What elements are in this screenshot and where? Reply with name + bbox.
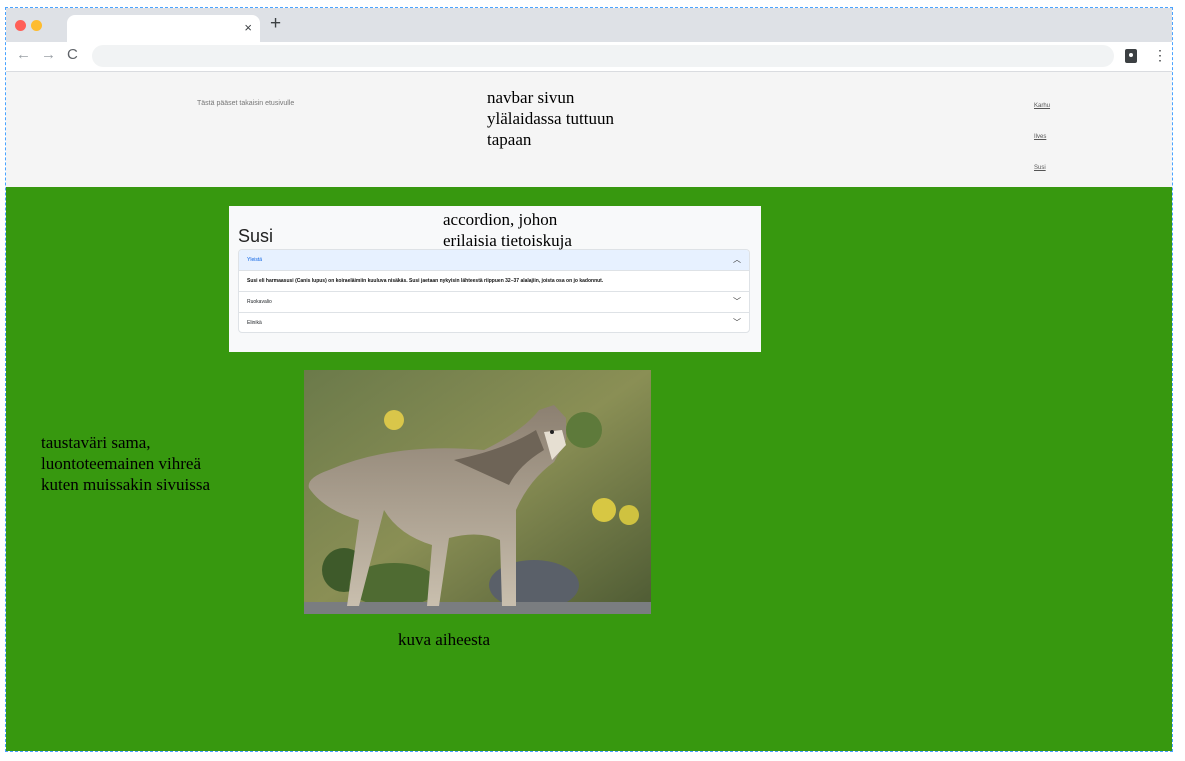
annotation-line: accordion, johon	[443, 210, 558, 229]
close-tab-icon[interactable]: ×	[244, 20, 252, 35]
browser-window: × + ← → C ⋮ Tästä pääset takaisin etusiv…	[5, 7, 1173, 752]
chevron-down-icon: ﹀	[733, 297, 741, 306]
accordion: Yleistä ︿ Susi eli harmaasusi (Canis lup…	[238, 249, 750, 333]
browser-toolbar: ← → C ⋮	[6, 42, 1172, 72]
accordion-label: Yleistä	[247, 257, 263, 263]
annotation-line: luontoteemainen vihreä	[41, 454, 202, 473]
annotation-line: navbar sivun	[487, 88, 575, 107]
web-page: Tästä pääset takaisin etusivulle navbar …	[6, 72, 1172, 751]
minimize-window-icon[interactable]	[31, 20, 42, 31]
forward-icon[interactable]: →	[41, 46, 56, 63]
accordion-item-ruokavalio[interactable]: Ruokavalio ﹀	[239, 292, 749, 313]
nav-link-ilves[interactable]: Ilves	[1034, 134, 1046, 140]
annotation-line: erilaisia tietoiskuja	[443, 231, 572, 250]
browser-menu-icon[interactable]: ⋮	[1153, 47, 1167, 63]
card-title: Susi	[238, 226, 274, 246]
nav-link-karhu[interactable]: Karhu	[1034, 103, 1050, 109]
home-link[interactable]: Tästä pääset takaisin etusivulle	[197, 100, 294, 107]
browser-tab[interactable]: ×	[67, 15, 260, 42]
accordion-item-yleista[interactable]: Yleistä ︿	[239, 250, 749, 271]
accordion-item-elinika[interactable]: Elinikä ﹀	[239, 313, 749, 332]
new-tab-button[interactable]: +	[270, 14, 281, 34]
close-window-icon[interactable]	[15, 20, 26, 31]
accordion-label: Ruokavalio	[247, 299, 272, 305]
image-annotation: kuva aiheesta	[398, 630, 491, 649]
extension-icon[interactable]	[1125, 49, 1137, 63]
reload-icon[interactable]: C	[67, 46, 78, 63]
accordion-body: Susi eli harmaasusi (Canis lupus) on koi…	[239, 271, 749, 292]
wolf-photo	[304, 370, 651, 614]
navbar-annotation: navbar sivun ylälaidassa tuttuun tapaan	[487, 87, 614, 150]
accordion-label: Elinikä	[247, 320, 262, 326]
chevron-down-icon: ﹀	[733, 318, 741, 327]
annotation-line: tapaan	[487, 130, 532, 149]
annotation-line: ylälaidassa tuttuun	[487, 109, 615, 128]
chevron-up-icon: ︿	[733, 255, 741, 264]
back-icon[interactable]: ←	[16, 46, 31, 63]
nav-link-susi[interactable]: Susi	[1034, 165, 1046, 171]
navbar: Tästä pääset takaisin etusivulle navbar …	[6, 72, 1172, 188]
address-bar[interactable]	[92, 45, 1114, 67]
background-annotation: taustaväri sama, luontoteemainen vihreä …	[41, 432, 210, 495]
tab-strip: × +	[6, 8, 1172, 689]
annotation-line: kuten muissakin sivuissa	[41, 475, 211, 494]
annotation-line: taustaväri sama,	[41, 433, 151, 452]
accordion-annotation: accordion, johon erilaisia tietoiskuja	[443, 209, 572, 251]
